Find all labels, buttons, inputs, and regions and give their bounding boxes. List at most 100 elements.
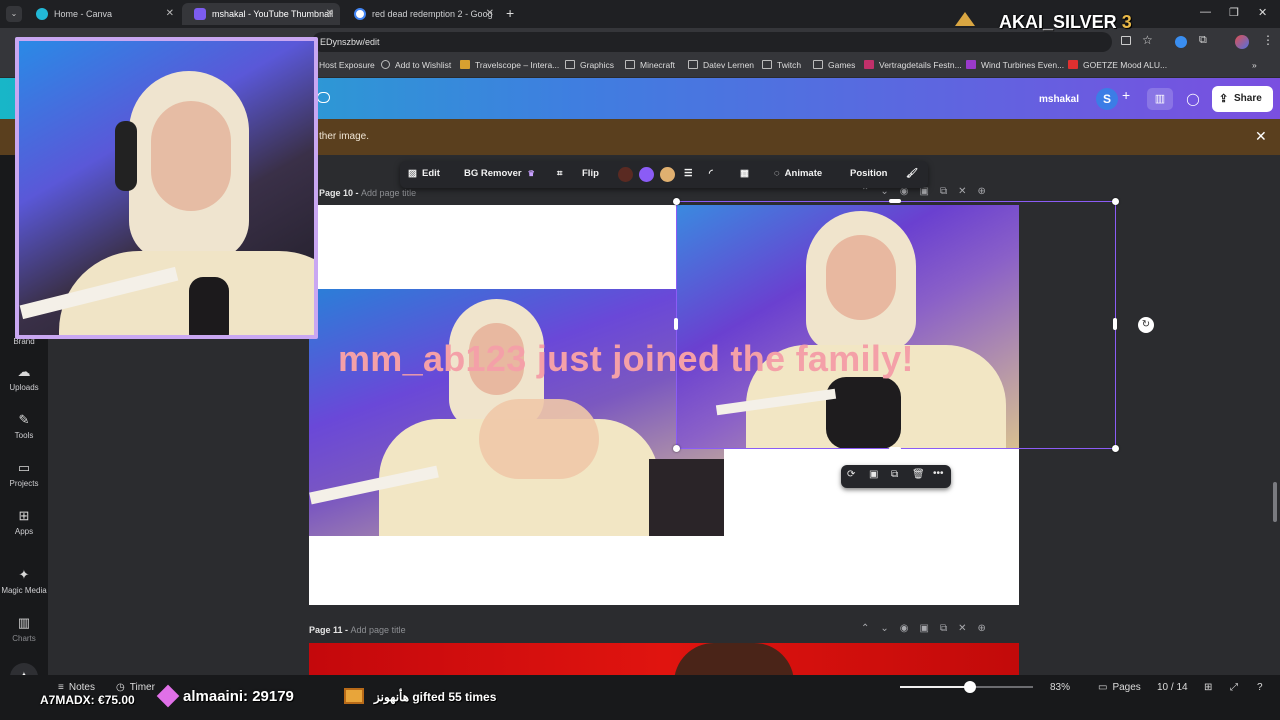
bookmark-folder[interactable]: Datev Lernen xyxy=(688,60,754,70)
star-bookmark-icon[interactable]: ☆ xyxy=(1142,33,1153,47)
help-icon[interactable]: ? xyxy=(1257,682,1263,693)
close-window-icon[interactable]: ✕ xyxy=(1258,6,1267,19)
minimize-icon[interactable]: — xyxy=(1200,6,1211,18)
transparency-icon[interactable]: ▦ xyxy=(740,168,749,179)
resize-handle[interactable] xyxy=(673,445,680,452)
sidebar-item-apps[interactable]: ⊞ Apps xyxy=(0,509,48,537)
browser-menu-icon[interactable]: ⋮ xyxy=(1262,33,1274,47)
add-page-icon[interactable]: ⊕ xyxy=(978,623,997,634)
extension-shield-icon[interactable] xyxy=(1175,36,1187,48)
bookmark-item[interactable]: Wind Turbines Even... xyxy=(966,60,1064,70)
add-page-icon[interactable]: ⊕ xyxy=(978,186,997,197)
profile-avatar[interactable] xyxy=(1235,35,1249,49)
edit-button[interactable]: ▨ Edit xyxy=(408,168,440,179)
flip-button[interactable]: Flip xyxy=(582,168,599,179)
resize-handle[interactable] xyxy=(1112,445,1119,452)
timer-button[interactable]: ◷ Timer xyxy=(116,682,155,693)
sidebar-item-uploads[interactable]: ☁ Uploads xyxy=(0,365,48,393)
bookmark-item[interactable]: Travelscope – Intera... xyxy=(460,60,559,70)
vertical-scrollbar[interactable] xyxy=(1273,482,1277,522)
zoom-level[interactable]: 83% xyxy=(1050,682,1070,693)
install-app-icon[interactable] xyxy=(1121,36,1131,45)
magic-edit-icon[interactable]: ⟳ xyxy=(847,469,855,480)
close-tab-icon[interactable]: ✕ xyxy=(166,3,174,25)
url-field[interactable]: EDynszbw/edit xyxy=(312,32,1112,52)
more-options-icon[interactable]: ••• xyxy=(933,468,944,479)
border-style-icon[interactable]: ☰ xyxy=(684,168,693,179)
sidebar-item-tools[interactable]: ✎ Tools xyxy=(0,413,48,441)
zoom-slider[interactable] xyxy=(900,681,1033,693)
resize-handle[interactable] xyxy=(889,447,901,451)
resize-handle[interactable] xyxy=(673,198,680,205)
add-collaborator-icon[interactable]: + xyxy=(1122,87,1130,103)
folder-icon xyxy=(762,60,772,69)
page-11-canvas[interactable] xyxy=(309,643,1019,675)
fullscreen-icon[interactable]: ⤢ xyxy=(1230,682,1238,693)
move-down-icon[interactable]: ⌄ xyxy=(880,623,899,634)
notes-button[interactable]: ≡ Notes xyxy=(58,682,95,693)
close-tab-icon[interactable]: ✕ xyxy=(486,3,494,25)
tab-label: mshakal - YouTube Thumbnail xyxy=(212,9,334,19)
tab-home-canva[interactable]: Home - Canva ✕ xyxy=(24,3,180,25)
insights-chart-icon[interactable]: ▥ xyxy=(1147,88,1173,110)
tab-search-button[interactable]: ⌄ xyxy=(6,6,22,22)
new-tab-button[interactable]: + xyxy=(506,5,514,21)
notice-text: ther image. xyxy=(319,131,370,142)
rotate-handle-icon[interactable]: ↻ xyxy=(1138,317,1154,333)
position-button[interactable]: Position xyxy=(850,168,887,179)
bookmark-folder[interactable]: Minecraft xyxy=(625,60,675,70)
share-button[interactable]: ⇪ Share xyxy=(1212,86,1273,112)
delete-icon[interactable]: ✕ xyxy=(958,623,977,634)
bookmark-folder[interactable]: Twitch xyxy=(762,60,801,70)
tab-google-search[interactable]: red dead redemption 2 - Goog ✕ xyxy=(342,3,500,25)
cloud-save-icon[interactable] xyxy=(317,92,330,103)
corner-rounding-icon[interactable]: ◜ xyxy=(709,168,713,179)
duplicate-icon[interactable]: ⧉ xyxy=(940,186,958,197)
color-swatch[interactable] xyxy=(618,167,633,182)
extensions-puzzle-icon[interactable]: ⧉ xyxy=(1199,34,1207,47)
user-name[interactable]: mshakal xyxy=(1039,94,1079,105)
bookmark-item[interactable]: Host Exposure xyxy=(319,60,375,70)
copy-style-icon[interactable]: 🖌 xyxy=(906,168,918,179)
thumbnail-photo-pointing[interactable] xyxy=(309,289,724,536)
page-title-input[interactable]: Add page title xyxy=(361,188,416,198)
sidebar-item-charts[interactable]: ▥ Charts xyxy=(0,616,48,644)
lock-icon[interactable]: ▣ xyxy=(869,469,878,480)
tab-youtube-thumbnail[interactable]: mshakal - YouTube Thumbnail ✕ xyxy=(182,3,340,25)
comment-icon[interactable]: ◯ xyxy=(1181,88,1205,110)
close-icon[interactable]: ✕ xyxy=(1255,128,1267,145)
gift-box-icon xyxy=(344,688,364,704)
sidebar-item-magic-media[interactable]: ✦ Magic Media xyxy=(0,568,48,596)
pages-button[interactable]: ▭ Pages xyxy=(1098,682,1141,693)
sidebar-item-projects[interactable]: ▭ Projects xyxy=(0,461,48,489)
image-edit-toolbar: ▨ Edit BG Remover ♛ ⌗ Flip ☰ ◜ ▦ ◌ Animate … xyxy=(400,161,928,188)
delete-icon[interactable]: 🗑 xyxy=(912,469,925,480)
bookmark-item[interactable]: Vertragdetails Festn... xyxy=(864,60,962,70)
more-bookmarks-icon[interactable]: » xyxy=(1252,60,1257,70)
page-title-input[interactable]: Add page title xyxy=(351,625,406,635)
duplicate-icon[interactable]: ⧉ xyxy=(891,469,898,480)
zoom-slider-thumb[interactable] xyxy=(964,681,977,693)
bookmark-folder[interactable]: Graphics xyxy=(565,60,614,70)
crop-icon[interactable]: ⌗ xyxy=(557,168,562,179)
grid-view-icon[interactable]: ⊞ xyxy=(1204,682,1212,693)
bg-remover-button[interactable]: BG Remover ♛ xyxy=(464,168,535,179)
resize-handle[interactable] xyxy=(674,318,678,330)
resize-handle[interactable] xyxy=(1113,318,1117,330)
color-swatch[interactable] xyxy=(660,167,675,182)
resize-handle[interactable] xyxy=(1112,198,1119,205)
duplicate-icon[interactable]: ⧉ xyxy=(940,623,958,634)
hide-page-icon[interactable]: ◉ xyxy=(900,623,920,634)
resize-handle[interactable] xyxy=(889,199,901,203)
avatar[interactable]: S xyxy=(1096,88,1118,110)
move-up-icon[interactable]: ⌃ xyxy=(861,623,880,634)
bookmark-item[interactable]: GOETZE Mood ALU... xyxy=(1068,60,1167,70)
bookmark-item[interactable]: Add to Wishlist xyxy=(381,60,451,70)
animate-button[interactable]: ◌ Animate xyxy=(774,168,822,179)
bookmark-folder[interactable]: Games xyxy=(813,60,855,70)
maximize-icon[interactable]: ❐ xyxy=(1229,6,1239,19)
close-tab-icon[interactable]: ✕ xyxy=(326,3,334,25)
lock-icon[interactable]: ▣ xyxy=(920,623,940,634)
color-swatch[interactable] xyxy=(639,167,654,182)
delete-icon[interactable]: ✕ xyxy=(958,186,977,197)
